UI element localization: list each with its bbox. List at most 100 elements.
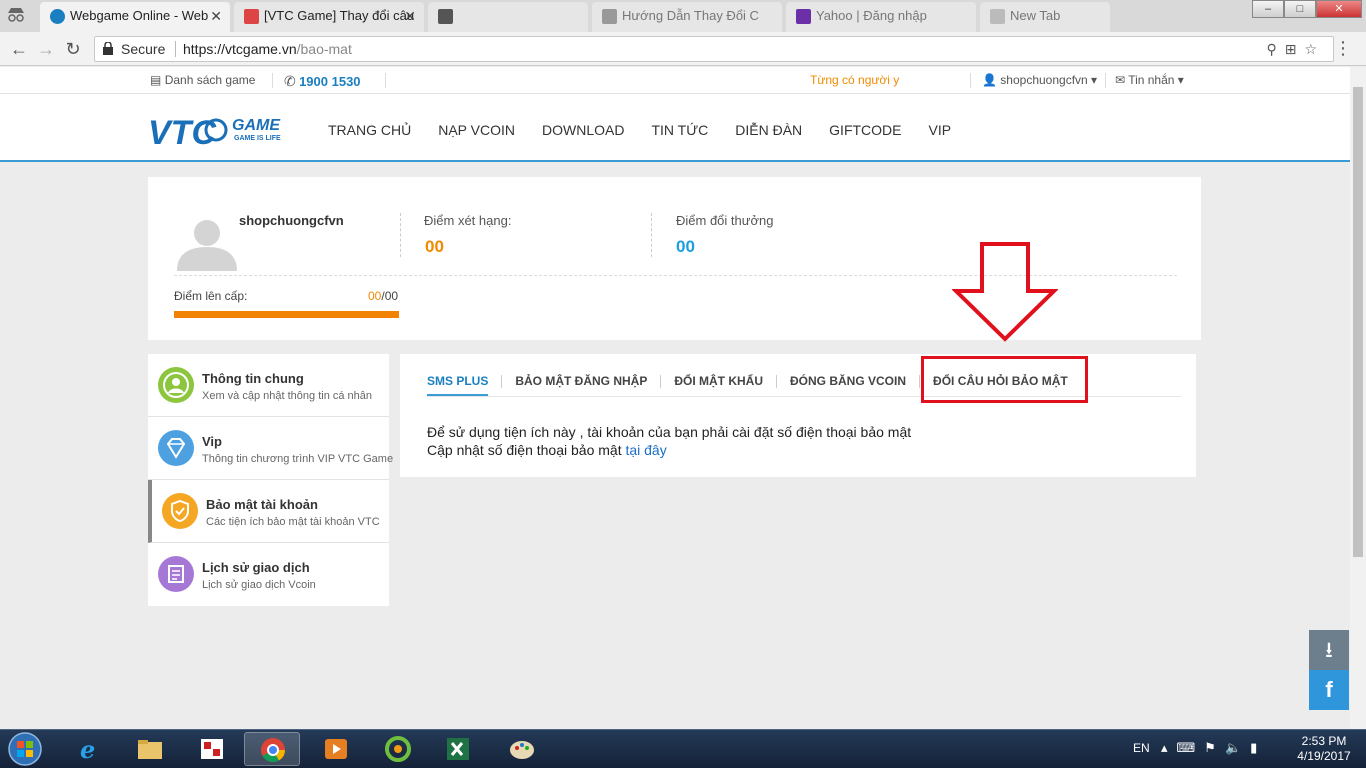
windows-start-icon[interactable]	[2, 731, 48, 767]
tab-sms-plus[interactable]: SMS PLUS	[427, 374, 489, 396]
taskbar-excel[interactable]	[430, 732, 486, 766]
svg-text:GAME: GAME	[232, 117, 281, 134]
url-host: https://vtcgame.vn	[183, 41, 297, 57]
svg-text:e: e	[80, 736, 95, 762]
nav-download[interactable]: DOWNLOAD	[542, 122, 624, 138]
sidebar-item-transaction-history[interactable]: Lịch sử giao dịch Lịch sử giao dịch Vcoi…	[148, 543, 389, 606]
flag-icon[interactable]: ⚑	[1204, 740, 1225, 755]
browser-tab-vtc[interactable]: [VTC Game] Thay đổi câu ✕	[234, 2, 424, 32]
tab-title: Hướng Dẫn Thay Đổi C	[622, 8, 759, 23]
browser-tab-newtab[interactable]: New Tab	[980, 2, 1110, 32]
omnibox-actions: ⚲⊞☆	[1266, 37, 1325, 61]
tab-change-password[interactable]: ĐỔI MẬT KHẨU	[674, 374, 763, 396]
bookmark-star-icon[interactable]: ☆	[1304, 41, 1325, 57]
level-label: Điểm lên cấp:	[174, 289, 248, 303]
nav-vip[interactable]: VIP	[929, 122, 952, 138]
close-tab-icon[interactable]: ✕	[210, 2, 222, 30]
chrome-menu-icon[interactable]: ⋮	[1334, 38, 1352, 59]
page-scrollbar[interactable]	[1350, 67, 1366, 729]
nav-news[interactable]: TIN TỨC	[651, 122, 708, 138]
messages-menu[interactable]: ✉ Tin nhắn ▾	[1115, 73, 1184, 87]
rank-points-label: Điểm xét hạng:	[424, 213, 512, 228]
browser-tab-3[interactable]	[428, 2, 588, 32]
user-icon	[158, 367, 194, 403]
incognito-icon	[8, 8, 24, 22]
site-header: VTC GAME GAME IS LIFE TRANG CHỦ NẠP VCOI…	[0, 94, 1350, 162]
tab-title: New Tab	[1010, 8, 1061, 23]
taskbar-coccoc[interactable]	[370, 732, 426, 766]
nav-giftcode[interactable]: GIFTCODE	[829, 122, 901, 138]
excel-icon	[447, 738, 469, 760]
zoom-icon[interactable]: ⚲	[1266, 41, 1284, 57]
hotline[interactable]: ✆ 1900 1530	[284, 73, 361, 90]
svg-text:GAME IS LIFE: GAME IS LIFE	[234, 135, 281, 142]
clock-date: 4/19/2017	[1297, 749, 1351, 763]
sidebar-item-desc: Lịch sử giao dịch Vcoin	[202, 579, 316, 591]
language-indicator[interactable]: EN	[1133, 741, 1150, 755]
sidebar-item-general-info[interactable]: Thông tin chung Xem và cập nhật thông ti…	[148, 354, 389, 417]
messages-label: Tin nhắn	[1128, 73, 1175, 87]
scrollbar-thumb[interactable]	[1353, 87, 1363, 557]
close-tab-icon[interactable]: ✕	[404, 2, 416, 30]
secure-label: Secure	[121, 41, 166, 57]
news-ticker[interactable]: Từng có người y	[810, 73, 899, 87]
minimize-button[interactable]: –	[1252, 0, 1284, 18]
taskbar-unikey[interactable]	[184, 732, 240, 766]
tray-icons: ▴⌨⚑🔈▮	[1161, 740, 1266, 756]
taskbar-ie[interactable]: e	[62, 732, 118, 766]
browser-tab-yahoo[interactable]: Yahoo | Đăng nhập	[786, 2, 976, 32]
taskbar-chrome[interactable]	[244, 732, 300, 766]
tab-title: [VTC Game] Thay đổi câu	[264, 8, 415, 23]
browser-tab-bar: Webgame Online - Web ✕ [VTC Game] Thay đ…	[0, 0, 1366, 32]
divider	[1105, 73, 1106, 88]
tab-freeze-vcoin[interactable]: ĐÓNG BĂNG VCOIN	[790, 374, 906, 396]
avatar	[177, 220, 237, 271]
vtc-game-logo[interactable]: VTC GAME GAME IS LIFE	[148, 110, 298, 150]
divider	[400, 213, 401, 257]
nav-forum[interactable]: DIỄN ĐÀN	[735, 122, 802, 138]
message-line-2: Cập nhật số điện thoại bảo mật tại đây	[427, 441, 911, 459]
browser-tab-webgame[interactable]: Webgame Online - Web ✕	[40, 2, 230, 32]
taskbar-paint[interactable]	[494, 732, 550, 766]
divider	[651, 213, 652, 257]
tab-title: Webgame Online - Web	[70, 8, 209, 23]
level-value: 00/00	[368, 289, 398, 303]
user-menu[interactable]: 👤 shopchuongcfvn ▾	[982, 73, 1097, 87]
translate-icon[interactable]: ⊞	[1285, 41, 1305, 57]
network-icon[interactable]: ▮	[1250, 740, 1266, 755]
show-hidden-icons-icon[interactable]: ▴	[1161, 740, 1177, 755]
url-path: /bao-mat	[296, 41, 352, 57]
sidebar-item-account-security[interactable]: Bảo mật tài khoản Các tiện ích bảo mật t…	[148, 480, 389, 543]
back-button[interactable]: ←	[8, 38, 30, 60]
window-controls: – □ ✕	[1252, 0, 1362, 20]
device-icon[interactable]: ⌨	[1177, 740, 1205, 755]
reload-button[interactable]: ↻	[62, 38, 84, 60]
globe-icon	[50, 9, 65, 24]
facebook-float-button[interactable]: f	[1309, 670, 1349, 710]
highlight-box-annotation	[921, 356, 1088, 403]
update-phone-link[interactable]: tại đây	[625, 442, 666, 458]
download-float-button[interactable]: ⭳	[1309, 630, 1349, 670]
forward-button[interactable]: →	[35, 38, 57, 60]
divider	[776, 375, 778, 388]
envelope-icon: ✉	[1115, 73, 1126, 87]
nav-home[interactable]: TRANG CHỦ	[328, 122, 411, 138]
clock[interactable]: 2:53 PM 4/19/2017	[1294, 734, 1354, 764]
browser-tab-4[interactable]: Hướng Dẫn Thay Đổi C	[592, 2, 782, 32]
tab-title: Yahoo | Đăng nhập	[816, 8, 927, 23]
sidebar-item-vip[interactable]: Vip Thông tin chương trình VIP VTC Game	[148, 417, 393, 480]
hotline-number: 1900 1530	[299, 74, 361, 89]
caret-down-icon: ▾	[1091, 73, 1098, 87]
games-list-link[interactable]: ▤ Danh sách game	[150, 73, 255, 87]
sidebar-item-desc: Các tiện ích bảo mật tài khoản VTC	[206, 516, 380, 528]
maximize-button[interactable]: □	[1284, 0, 1316, 18]
close-window-button[interactable]: ✕	[1316, 0, 1362, 18]
volume-icon[interactable]: 🔈	[1225, 740, 1250, 755]
tab-login-security[interactable]: BẢO MẬT ĐĂNG NHẬP	[515, 374, 647, 396]
url-input[interactable]: Secure https://vtcgame.vn/bao-mat ⚲⊞☆	[94, 36, 1334, 62]
nav-topup[interactable]: NẠP VCOIN	[438, 122, 515, 138]
taskbar-explorer[interactable]	[122, 732, 178, 766]
sidebar-item-title: Lịch sử giao dịch	[202, 560, 310, 575]
taskbar-media-player[interactable]	[308, 732, 364, 766]
phone-icon: ✆	[284, 73, 296, 89]
